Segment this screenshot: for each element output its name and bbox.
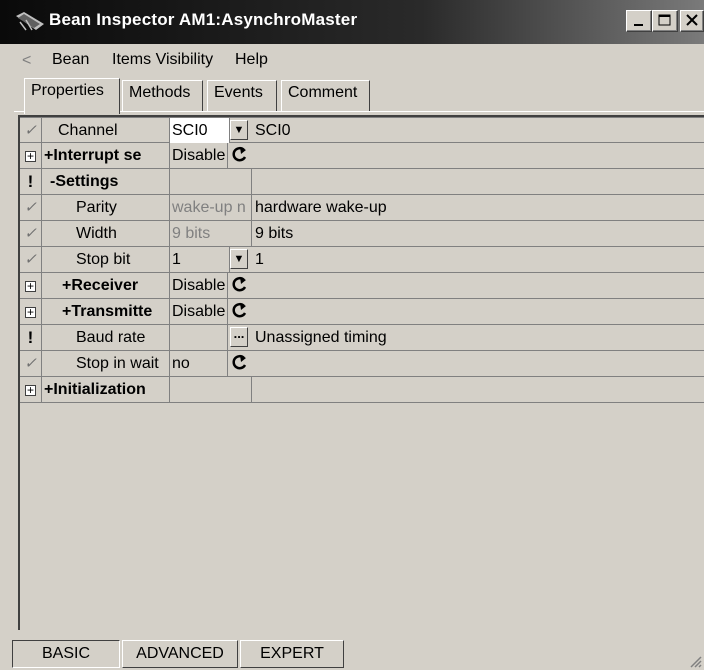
property-detail: 9 bits xyxy=(255,225,294,242)
property-name: Baud rate xyxy=(42,325,170,350)
property-row-interrupt-service[interactable]: + +Interrupt se Disable xyxy=(20,143,704,169)
property-row-parity[interactable]: ✓ Parity wake-up n hardware wake-up xyxy=(20,195,704,221)
property-row-stop-bit[interactable]: ✓ Stop bit 1 ▼ 1 xyxy=(20,247,704,273)
property-row-stop-in-wait[interactable]: ✓ Stop in wait no xyxy=(20,351,704,377)
warning-icon: ! xyxy=(20,169,42,194)
property-detail xyxy=(252,169,704,194)
checkmark-icon: ✓ xyxy=(20,118,42,143)
basic-button[interactable]: BASIC xyxy=(12,640,120,668)
minimize-icon xyxy=(634,24,643,26)
property-name: Parity xyxy=(42,195,170,220)
property-row-settings[interactable]: ! -Settings xyxy=(20,169,704,195)
property-name: +Receiver xyxy=(42,273,170,298)
advanced-button[interactable]: ADVANCED xyxy=(122,640,238,668)
property-detail xyxy=(252,299,704,324)
property-value[interactable]: wake-up n xyxy=(170,195,252,220)
property-detail: hardware wake-up xyxy=(255,199,387,216)
property-value[interactable]: no xyxy=(170,351,228,376)
bean-inspector-window: Bean Inspector AM1:AsynchroMaster < Bean… xyxy=(0,0,704,670)
property-value[interactable]: 1 xyxy=(170,247,230,272)
property-name: Channel xyxy=(42,118,170,143)
property-detail xyxy=(252,143,704,168)
checkmark-icon: ✓ xyxy=(20,247,42,272)
ellipsis-button[interactable]: ... xyxy=(230,327,248,347)
property-name: +Initialization xyxy=(42,377,170,402)
property-row-baud-rate[interactable]: ! Baud rate ... Unassigned timing xyxy=(20,325,704,351)
property-row-width[interactable]: ✓ Width 9 bits 9 bits xyxy=(20,221,704,247)
property-name: -Settings xyxy=(42,169,170,194)
property-value[interactable] xyxy=(170,325,228,350)
property-name: Width xyxy=(42,221,170,246)
tab-properties[interactable]: Properties xyxy=(24,78,120,114)
tab-methods-label: Methods xyxy=(129,84,191,101)
maximize-button[interactable] xyxy=(652,10,678,32)
property-detail: 1 xyxy=(255,251,264,268)
minimize-button[interactable] xyxy=(626,10,652,32)
refresh-icon[interactable] xyxy=(230,275,250,295)
menu-items-visibility[interactable]: Items Visibility xyxy=(112,51,213,69)
menu-help[interactable]: Help xyxy=(235,51,268,69)
dropdown-button[interactable]: ▼ xyxy=(230,120,248,140)
expand-icon[interactable]: + xyxy=(20,143,42,168)
ellipsis-icon: ... xyxy=(233,326,245,341)
property-detail: Unassigned timing xyxy=(255,329,387,346)
property-detail xyxy=(252,377,704,402)
checkmark-icon: ✓ xyxy=(20,195,42,220)
expand-icon[interactable]: + xyxy=(20,273,42,298)
property-name: +Transmitte xyxy=(42,299,170,324)
refresh-icon[interactable] xyxy=(230,145,250,165)
tab-methods[interactable]: Methods xyxy=(122,80,203,111)
menu-bar: < Bean Items Visibility Help xyxy=(0,44,704,76)
dropdown-button[interactable]: ▼ xyxy=(230,249,248,269)
property-value xyxy=(170,169,252,194)
property-detail xyxy=(252,351,704,376)
chevron-down-icon: ▼ xyxy=(233,253,245,265)
checkmark-icon: ✓ xyxy=(20,351,42,376)
property-detail: SCI0 xyxy=(255,122,291,139)
tab-events[interactable]: Events xyxy=(207,80,277,111)
property-detail xyxy=(252,273,704,298)
property-name: Stop bit xyxy=(42,247,170,272)
property-value[interactable]: SCI0 xyxy=(170,118,230,143)
property-row-channel[interactable]: ✓ Channel SCI0 ▼ SCI0 xyxy=(20,117,704,143)
expand-icon[interactable]: + xyxy=(20,299,42,324)
expert-button[interactable]: EXPERT xyxy=(240,640,344,668)
expand-icon[interactable]: + xyxy=(20,377,42,402)
property-grid: ✓ Channel SCI0 ▼ SCI0 + +Interrupt se Di… xyxy=(18,115,704,630)
property-row-initialization[interactable]: + +Initialization xyxy=(20,377,704,403)
close-icon xyxy=(686,14,698,26)
property-row-transmitter[interactable]: + +Transmitte Disable xyxy=(20,299,704,325)
tab-properties-label: Properties xyxy=(31,82,104,99)
property-name: +Interrupt se xyxy=(42,143,170,168)
tab-events-label: Events xyxy=(214,84,263,101)
property-value xyxy=(170,377,252,402)
chevron-left-icon: < xyxy=(22,52,32,69)
property-value[interactable]: Disable xyxy=(170,143,228,168)
refresh-icon[interactable] xyxy=(230,301,250,321)
property-value[interactable]: Disable xyxy=(170,273,228,298)
bean-app-icon xyxy=(16,12,44,31)
resize-grip-icon[interactable] xyxy=(688,654,702,668)
maximize-icon xyxy=(658,14,671,26)
tab-comment-label: Comment xyxy=(288,84,358,101)
warning-icon: ! xyxy=(20,325,42,350)
tab-comment[interactable]: Comment xyxy=(281,80,370,111)
checkmark-icon: ✓ xyxy=(20,221,42,246)
property-name: Stop in wait xyxy=(42,351,170,376)
title-bar[interactable]: Bean Inspector AM1:AsynchroMaster xyxy=(0,0,704,44)
chevron-down-icon: ▼ xyxy=(233,124,245,136)
property-value[interactable]: 9 bits xyxy=(170,221,252,246)
property-value[interactable]: Disable xyxy=(170,299,228,324)
refresh-icon[interactable] xyxy=(230,353,250,373)
close-button[interactable] xyxy=(680,10,704,32)
window-title: Bean Inspector AM1:AsynchroMaster xyxy=(49,10,358,29)
menu-bean[interactable]: Bean xyxy=(52,51,89,69)
property-row-receiver[interactable]: + +Receiver Disable xyxy=(20,273,704,299)
